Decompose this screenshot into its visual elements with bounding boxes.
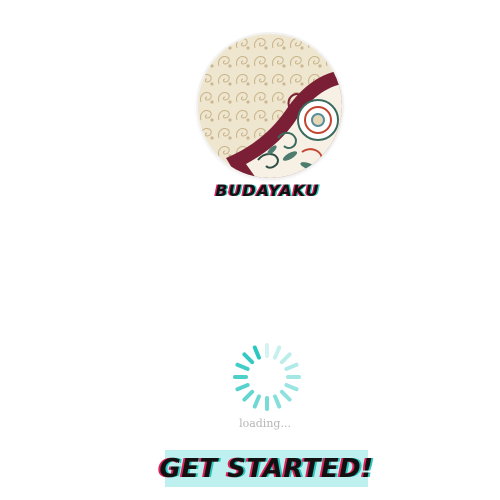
get-started-button[interactable]: GET STARTED! (159, 450, 373, 487)
batik-floral-logo-icon (198, 34, 342, 178)
spinner-tick (252, 345, 261, 360)
spinner-tick (252, 394, 261, 409)
spinner-icon (231, 341, 303, 413)
app-title: BUDAYAKU (215, 181, 320, 200)
spinner-tick (279, 352, 292, 365)
spinner-tick (284, 362, 299, 371)
spinner-tick (279, 389, 292, 402)
spinner-tick (242, 389, 255, 402)
spinner-tick (273, 345, 282, 360)
get-started-label: GET STARTED! (159, 453, 374, 484)
spinner-tick (242, 352, 255, 365)
spinner-tick (273, 394, 282, 409)
spinner-tick (235, 383, 250, 392)
spinner-tick (235, 362, 250, 371)
loading-label: loading... (239, 417, 291, 430)
splash-screen: BUDAYAKU loading... GET STARTED! (0, 0, 500, 500)
spinner-tick (284, 383, 299, 392)
